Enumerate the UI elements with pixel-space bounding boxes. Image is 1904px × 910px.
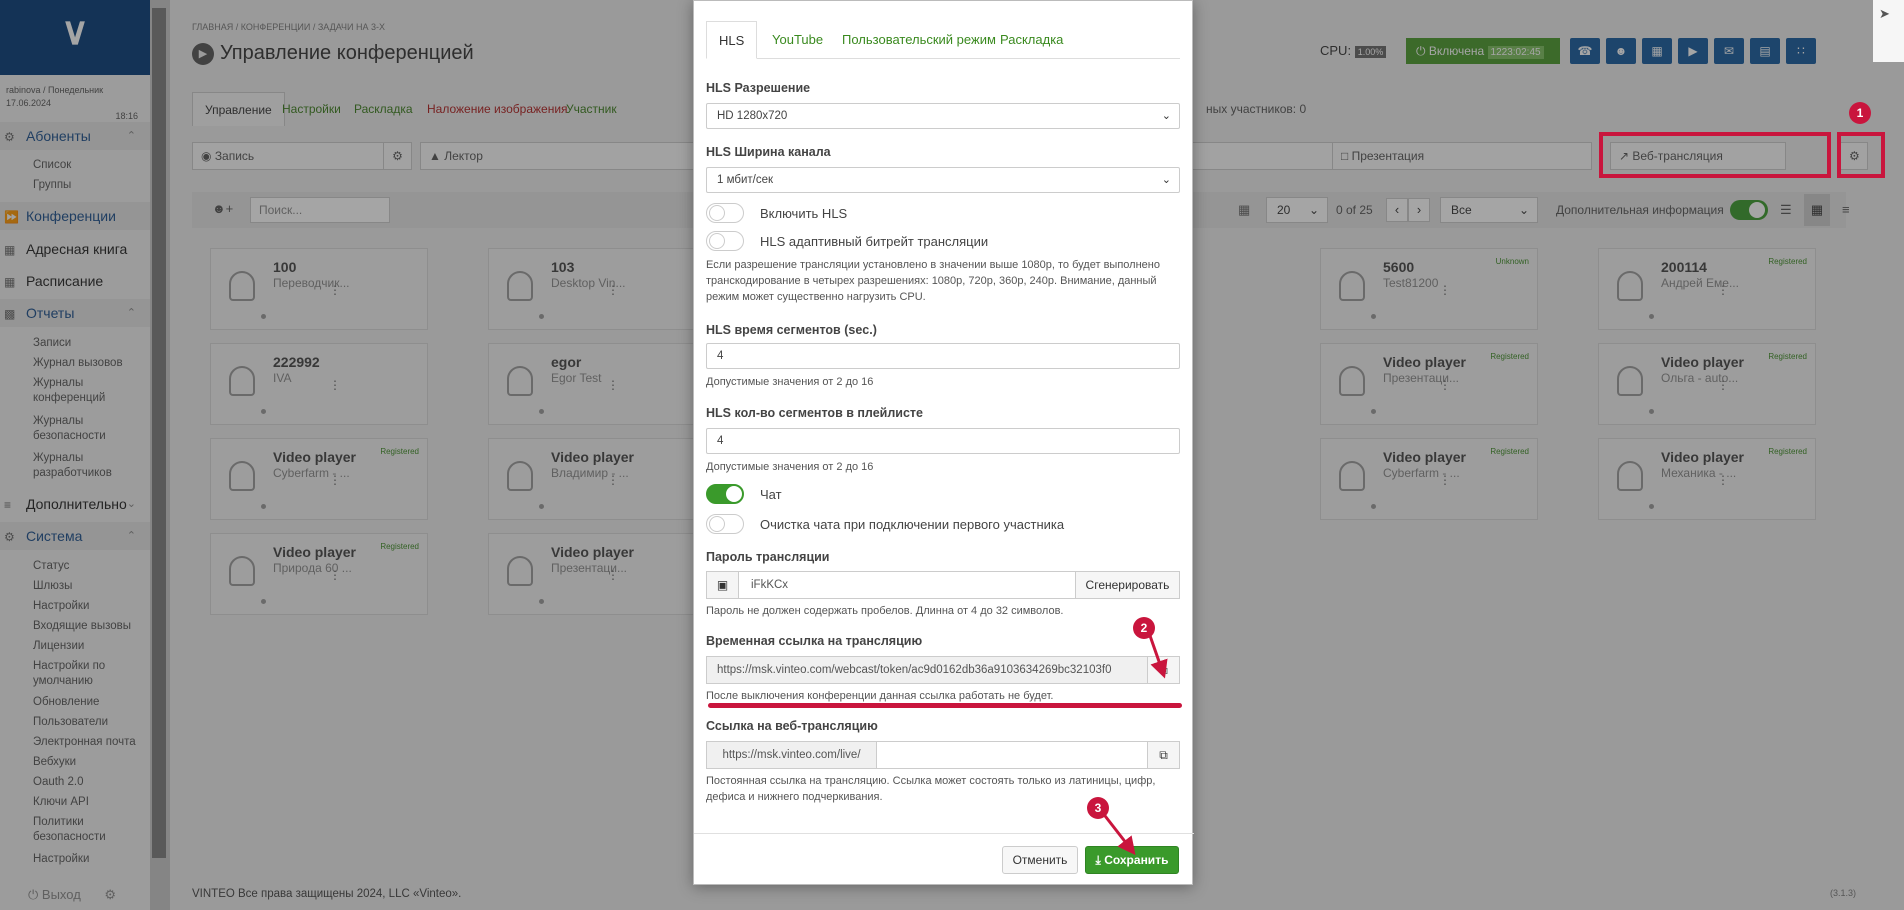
hls-resolution-select[interactable]: HD 1280x720 ⌄ (706, 103, 1180, 129)
hls-bandwidth-label: HLS Ширина канала (706, 145, 831, 159)
segment-time-help: Допустимые значения от 2 до 16 (706, 376, 874, 388)
adaptive-help: Если разрешение трансляции установлено в… (706, 259, 1160, 303)
modal-tabs: HLS YouTube Пользовательский режим Раскл… (706, 21, 1180, 59)
enable-hls-label: Включить HLS (760, 206, 848, 221)
annotation-badge-1: 1 (1849, 102, 1871, 124)
chat-toggle[interactable] (706, 484, 744, 504)
segment-time-label: HLS время сегментов (sec.) (706, 323, 877, 337)
clear-chat-label: Очистка чата при подключении первого уча… (760, 517, 1065, 532)
annotation-arrow-2 (1146, 629, 1168, 679)
modal-tab-youtube[interactable]: YouTube (760, 21, 835, 59)
annotation-box-settings (1837, 132, 1885, 178)
enable-hls-toggle[interactable] (706, 203, 744, 223)
generate-password-button[interactable]: Сгенерировать (1075, 572, 1179, 598)
hls-bandwidth-select[interactable]: 1 мбит/сек ⌄ (706, 167, 1180, 193)
chevron-down-icon: ⌄ (1161, 174, 1171, 186)
annotation-arrow-3 (1100, 811, 1136, 856)
webcast-link-prefix: https://msk.vinteo.com/live/ (707, 742, 877, 768)
lock-icon: ▣ (707, 572, 739, 598)
segment-count-help: Допустимые значения от 2 до 16 (706, 461, 874, 473)
clear-chat-toggle[interactable] (706, 514, 744, 534)
send-icon: ➤ (1879, 6, 1890, 21)
page-scrollbar[interactable]: ➤ (1873, 0, 1904, 62)
segment-count-label: HLS кол-во сегментов в плейлисте (706, 406, 923, 420)
password-input[interactable]: iFkKCx (751, 572, 1051, 598)
cancel-button[interactable]: Отменить (1002, 846, 1078, 874)
annotation-box-webcast (1599, 132, 1831, 178)
temp-link-label: Временная ссылка на трансляцию (706, 634, 923, 648)
modal-tab-custom[interactable]: Пользовательский режим (830, 21, 1008, 59)
segment-time-input[interactable]: 4 (706, 343, 1180, 369)
chevron-down-icon: ⌄ (1161, 110, 1171, 122)
password-group: ▣ iFkKCx Сгенерировать (706, 571, 1180, 599)
adaptive-bitrate-toggle[interactable] (706, 231, 744, 251)
segment-count-input[interactable]: 4 (706, 428, 1180, 454)
hls-bandwidth-value: 1 мбит/сек (717, 174, 774, 186)
password-label: Пароль трансляции (706, 550, 830, 564)
modal-tab-layout[interactable]: Раскладка (988, 21, 1075, 59)
modal-tab-hls[interactable]: HLS (706, 21, 758, 59)
hls-resolution-value: HD 1280x720 (717, 110, 788, 122)
annotation-arrows (1100, 629, 1168, 856)
chat-label: Чат (760, 487, 782, 502)
webcast-link-label: Ссылка на веб-трансляцию (706, 719, 878, 733)
adaptive-bitrate-label: HLS адаптивный битрейт трансляции (760, 234, 989, 249)
hls-resolution-label: HLS Разрешение (706, 81, 811, 95)
